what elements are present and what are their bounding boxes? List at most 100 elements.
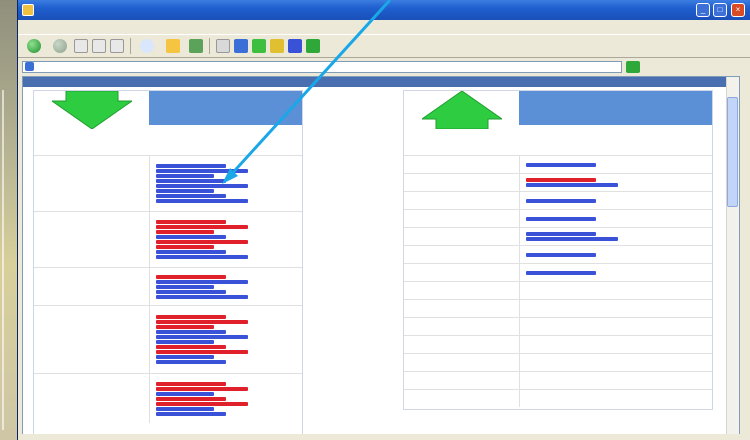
record-link[interactable] bbox=[526, 252, 596, 257]
search-button[interactable] bbox=[137, 37, 159, 55]
record-link[interactable] bbox=[156, 240, 248, 244]
table-row bbox=[404, 263, 712, 281]
record-link[interactable] bbox=[156, 345, 226, 349]
record-link[interactable] bbox=[156, 235, 226, 239]
record-link[interactable] bbox=[156, 340, 214, 344]
record-link[interactable] bbox=[156, 386, 248, 391]
ie-logo-icon bbox=[22, 4, 34, 16]
right-subheader-description bbox=[519, 125, 712, 155]
record-link[interactable] bbox=[526, 232, 596, 236]
record-link[interactable] bbox=[156, 401, 248, 406]
map-road bbox=[2, 90, 12, 430]
row-name bbox=[404, 318, 519, 335]
row-name bbox=[404, 210, 519, 227]
record-link[interactable] bbox=[156, 320, 248, 324]
row-name bbox=[404, 156, 519, 173]
row-name bbox=[404, 372, 519, 389]
record-link[interactable] bbox=[526, 183, 618, 187]
row-links bbox=[519, 228, 712, 245]
record-link[interactable] bbox=[526, 237, 618, 241]
right-rows bbox=[404, 155, 712, 407]
record-link[interactable] bbox=[156, 315, 226, 319]
left-rows bbox=[34, 155, 302, 423]
record-link[interactable] bbox=[156, 360, 226, 364]
record-link[interactable] bbox=[156, 289, 226, 294]
row-links bbox=[149, 374, 302, 423]
up-arrow-icon bbox=[421, 91, 502, 129]
row-links bbox=[519, 354, 712, 371]
favorites-button[interactable] bbox=[163, 37, 185, 55]
record-link[interactable] bbox=[156, 255, 248, 259]
row-name bbox=[404, 246, 519, 263]
record-link[interactable] bbox=[156, 330, 226, 334]
search-icon bbox=[140, 39, 154, 53]
row-links bbox=[519, 156, 712, 173]
row-name bbox=[404, 300, 519, 317]
record-link[interactable] bbox=[526, 198, 596, 203]
record-link[interactable] bbox=[156, 284, 214, 289]
vertical-scrollbar[interactable] bbox=[726, 77, 739, 439]
row-links bbox=[149, 306, 302, 373]
row-name bbox=[34, 306, 149, 373]
row-name bbox=[404, 390, 519, 407]
record-link[interactable] bbox=[156, 381, 226, 386]
row-links bbox=[519, 372, 712, 389]
record-link[interactable] bbox=[156, 396, 226, 401]
go-button[interactable] bbox=[626, 60, 640, 73]
forward-button[interactable] bbox=[50, 37, 70, 55]
record-link[interactable] bbox=[156, 174, 214, 178]
history-icon[interactable] bbox=[189, 39, 203, 53]
table-row bbox=[404, 389, 712, 407]
close-button[interactable]: × bbox=[731, 3, 745, 17]
record-link[interactable] bbox=[156, 406, 214, 411]
record-link[interactable] bbox=[156, 225, 248, 229]
back-icon bbox=[27, 39, 41, 53]
row-name bbox=[404, 336, 519, 353]
record-link[interactable] bbox=[156, 350, 248, 354]
record-link[interactable] bbox=[156, 230, 214, 234]
record-link[interactable] bbox=[156, 194, 226, 198]
right-panel bbox=[403, 90, 713, 410]
record-link[interactable] bbox=[156, 199, 248, 203]
record-link[interactable] bbox=[156, 391, 214, 396]
record-link[interactable] bbox=[156, 189, 214, 193]
table-row bbox=[404, 245, 712, 263]
right-header bbox=[519, 91, 712, 125]
table-row bbox=[404, 371, 712, 389]
row-name bbox=[404, 264, 519, 281]
record-link[interactable] bbox=[156, 220, 226, 224]
row-links bbox=[519, 174, 712, 191]
row-links bbox=[149, 212, 302, 267]
row-links bbox=[519, 210, 712, 227]
stop-icon[interactable] bbox=[74, 39, 88, 53]
scrollbar-thumb[interactable] bbox=[727, 97, 738, 207]
record-link[interactable] bbox=[156, 274, 226, 279]
refresh-icon[interactable] bbox=[92, 39, 106, 53]
table-row bbox=[34, 373, 302, 423]
row-links bbox=[519, 318, 712, 335]
minimize-button[interactable]: _ bbox=[696, 3, 710, 17]
record-link[interactable] bbox=[526, 216, 596, 221]
record-link[interactable] bbox=[156, 245, 214, 249]
record-link[interactable] bbox=[156, 250, 226, 254]
home-icon[interactable] bbox=[110, 39, 124, 53]
row-links bbox=[519, 264, 712, 281]
record-link[interactable] bbox=[156, 279, 248, 284]
record-link[interactable] bbox=[156, 335, 248, 339]
row-links bbox=[519, 246, 712, 263]
down-arrow-icon bbox=[51, 91, 132, 129]
forward-icon bbox=[53, 39, 67, 53]
record-link[interactable] bbox=[156, 294, 248, 299]
status-bar bbox=[18, 434, 750, 440]
row-name bbox=[404, 192, 519, 209]
record-link[interactable] bbox=[156, 411, 226, 416]
record-link[interactable] bbox=[526, 178, 596, 182]
record-link[interactable] bbox=[156, 325, 214, 329]
back-button[interactable] bbox=[24, 37, 46, 55]
maximize-button[interactable]: □ bbox=[713, 3, 727, 17]
record-link[interactable] bbox=[526, 270, 596, 275]
record-link[interactable] bbox=[156, 355, 214, 359]
record-link[interactable] bbox=[526, 162, 596, 167]
row-links bbox=[149, 268, 302, 305]
table-row bbox=[404, 209, 712, 227]
